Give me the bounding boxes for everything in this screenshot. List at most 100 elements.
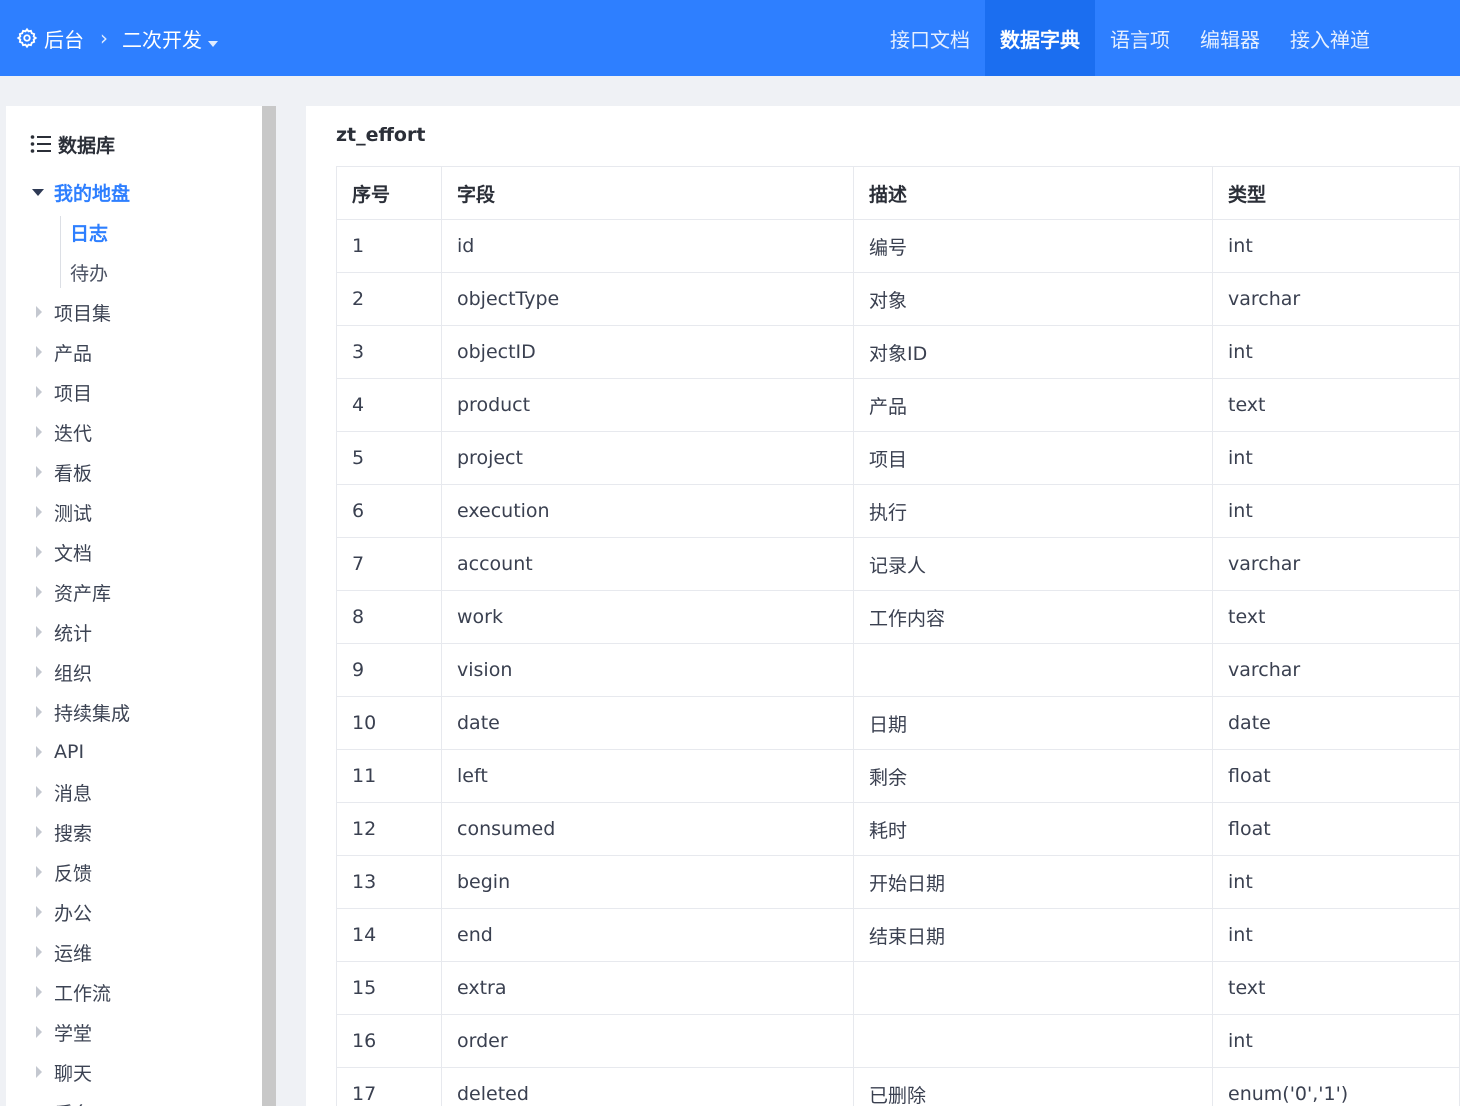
table-cell: end xyxy=(441,908,854,962)
table-cell: int xyxy=(1212,484,1460,538)
table-cell: 7 xyxy=(336,537,442,591)
list-icon xyxy=(30,135,51,153)
caret-right-icon xyxy=(36,706,42,718)
table-cell: 耗时 xyxy=(853,802,1213,856)
tree-item[interactable]: 统计 xyxy=(6,612,262,652)
tree-item-label: 办公 xyxy=(54,902,93,925)
tree-child-log[interactable]: 日志 xyxy=(6,212,262,252)
tree-item[interactable]: 反馈 xyxy=(6,852,262,892)
tab-integrate-zentao[interactable]: 接入禅道 xyxy=(1275,0,1385,76)
table-row: 10 date 日期 date xyxy=(336,696,1460,750)
home-link[interactable]: 后台 xyxy=(44,24,84,53)
tree-item-label: 工作流 xyxy=(54,982,112,1005)
section-dropdown[interactable]: 二次开发 xyxy=(122,24,218,53)
tree-item[interactable]: 后台 xyxy=(6,1092,262,1106)
tree-item[interactable]: 看板 xyxy=(6,452,262,492)
table-cell: 开始日期 xyxy=(853,855,1213,909)
table-cell: 5 xyxy=(336,431,442,485)
table-cell: work xyxy=(441,590,854,644)
table-cell: 项目 xyxy=(853,431,1213,485)
table-cell: project xyxy=(441,431,854,485)
tree-item-label: 学堂 xyxy=(54,1022,93,1045)
table-row: 14 end 结束日期 int xyxy=(336,908,1460,962)
column-header: 类型 xyxy=(1212,166,1460,220)
caret-right-icon xyxy=(36,946,42,958)
table-cell: vision xyxy=(441,643,854,697)
tree-item[interactable]: 消息 xyxy=(6,772,262,812)
table-cell: account xyxy=(441,537,854,591)
tree-child-todo[interactable]: 待办 xyxy=(6,252,262,292)
tree-item[interactable]: 工作流 xyxy=(6,972,262,1012)
tree-children: 日志 待办 xyxy=(6,212,262,292)
caret-right-icon xyxy=(36,546,42,558)
table-cell: text xyxy=(1212,590,1460,644)
tree-item[interactable]: 项目集 xyxy=(6,292,262,332)
sidebar-title: 数据库 xyxy=(30,130,115,158)
caret-right-icon xyxy=(36,626,42,638)
tree-item-label: 消息 xyxy=(54,782,93,805)
table-cell: 剩余 xyxy=(853,749,1213,803)
caret-right-icon xyxy=(36,586,42,598)
tree-item[interactable]: 组织 xyxy=(6,652,262,692)
table-cell: text xyxy=(1212,961,1460,1015)
tree-item[interactable]: 产品 xyxy=(6,332,262,372)
table-cell: 对象 xyxy=(853,272,1213,326)
tree-item-label: 运维 xyxy=(54,942,93,965)
table-cell: 3 xyxy=(336,325,442,379)
top-navbar: 后台 › 二次开发 接口文档 数据字典 语言项 编辑器 接入禅道 xyxy=(0,0,1460,76)
table-cell: enum('0','1') xyxy=(1212,1067,1460,1106)
table-cell: 17 xyxy=(336,1067,442,1106)
table-cell: varchar xyxy=(1212,272,1460,326)
table-cell: 4 xyxy=(336,378,442,432)
table-cell: objectType xyxy=(441,272,854,326)
table-row: 16 order int xyxy=(336,1014,1460,1068)
tree-item[interactable]: API xyxy=(6,732,262,772)
dictionary-table: 序号 字段 描述 类型 1 id 编号 int 2 objectType 对象 varchar… xyxy=(336,166,1460,1106)
table-cell: product xyxy=(441,378,854,432)
table-cell: 对象ID xyxy=(853,325,1213,379)
table-cell: 结束日期 xyxy=(853,908,1213,962)
table-cell: 日期 xyxy=(853,696,1213,750)
tree-item[interactable]: 办公 xyxy=(6,892,262,932)
table-cell: 12 xyxy=(336,802,442,856)
table-cell: 6 xyxy=(336,484,442,538)
tree-item-label: 看板 xyxy=(54,462,93,485)
tab-editor[interactable]: 编辑器 xyxy=(1185,0,1275,76)
column-header: 描述 xyxy=(853,166,1213,220)
tree-item[interactable]: 文档 xyxy=(6,532,262,572)
table-row: 11 left 剩余 float xyxy=(336,749,1460,803)
tree-item[interactable]: 运维 xyxy=(6,932,262,972)
gear-icon[interactable] xyxy=(16,27,38,49)
caret-down-icon xyxy=(208,40,218,47)
table-cell: id xyxy=(441,219,854,273)
table-cell: int xyxy=(1212,1014,1460,1068)
tree-item[interactable]: 搜索 xyxy=(6,812,262,852)
caret-right-icon xyxy=(36,786,42,798)
tree-item[interactable]: 聊天 xyxy=(6,1052,262,1092)
table-cell: 15 xyxy=(336,961,442,1015)
tree-item-label: 组织 xyxy=(54,662,93,685)
tab-api-docs[interactable]: 接口文档 xyxy=(875,0,985,76)
caret-right-icon xyxy=(36,866,42,878)
tree-item[interactable]: 项目 xyxy=(6,372,262,412)
tab-language-items[interactable]: 语言项 xyxy=(1095,0,1185,76)
table-cell: date xyxy=(1212,696,1460,750)
module-tree: 我的地盘 日志 待办 项目集产品项目 迭代看板测试 文档 资产库 统计组织持续集成 API… xyxy=(6,172,262,1106)
sidebar-title-label: 数据库 xyxy=(58,134,116,157)
tree-item[interactable]: 测试 xyxy=(6,492,262,532)
tree-item[interactable]: 资产库 xyxy=(6,572,262,612)
table-cell xyxy=(853,961,1213,1015)
tree-item[interactable]: 学堂 xyxy=(6,1012,262,1052)
table-row: 2 objectType 对象 varchar xyxy=(336,272,1460,326)
table-cell: varchar xyxy=(1212,537,1460,591)
tree-item-label: 产品 xyxy=(54,342,93,365)
tree-item[interactable]: 持续集成 xyxy=(6,692,262,732)
nav-tabs: 接口文档 数据字典 语言项 编辑器 接入禅道 xyxy=(875,0,1385,76)
tab-data-dictionary[interactable]: 数据字典 xyxy=(985,0,1095,76)
breadcrumb: 后台 › 二次开发 xyxy=(16,0,218,76)
table-cell: text xyxy=(1212,378,1460,432)
sidebar-scrollbar[interactable] xyxy=(262,106,276,1106)
tree-item-label: 项目集 xyxy=(54,302,112,325)
tree-item[interactable]: 迭代 xyxy=(6,412,262,452)
tree-item-my[interactable]: 我的地盘 xyxy=(6,172,262,212)
